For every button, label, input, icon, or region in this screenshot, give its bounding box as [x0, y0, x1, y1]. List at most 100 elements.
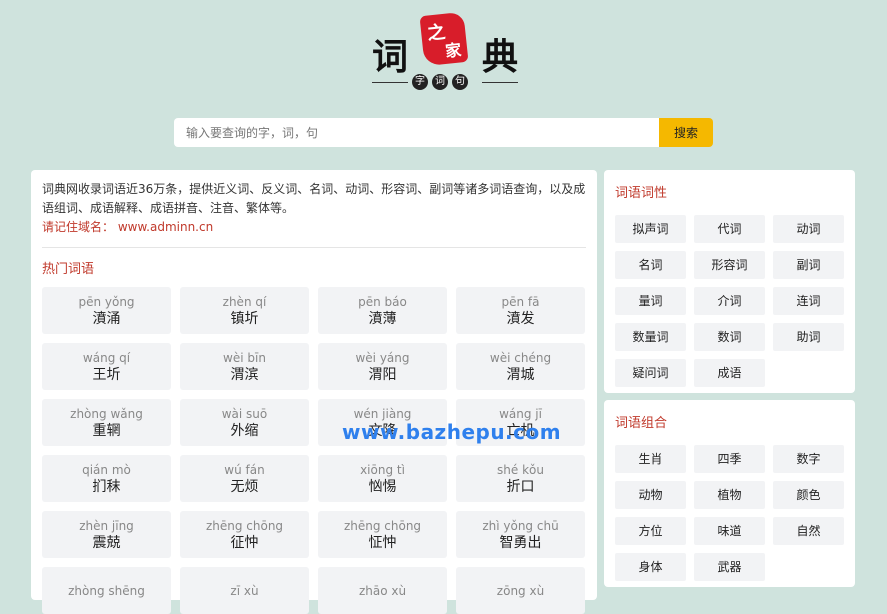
word-group-tag[interactable]: 四季: [694, 445, 765, 473]
word-pinyin: zhì yǒng chū: [482, 518, 559, 533]
word-group-tag[interactable]: 武器: [694, 553, 765, 581]
word-group-title: 词语组合: [615, 416, 668, 431]
word-text: 重辋: [92, 422, 121, 439]
search-bar: 搜索: [174, 118, 713, 147]
word-text: 濆薄: [368, 310, 397, 327]
hot-word-item[interactable]: zhèn jīng 震兢: [42, 511, 171, 558]
word-text: 震兢: [92, 534, 121, 551]
hot-word-item[interactable]: wèi chéng 渭城: [456, 343, 585, 390]
word-text: 镇圻: [230, 310, 259, 327]
hot-words-grid: pēn yǒng 濆涌 zhèn qí 镇圻 pēn báo 濆薄 pēn fā 濆发 wáng…: [42, 287, 586, 614]
hot-word-item[interactable]: wáng qí 王圻: [42, 343, 171, 390]
word-text: 渭城: [506, 366, 535, 383]
word-group-panel: 词语组合 生肖 四季 数字动物 植物 颜色方位 味道 自然身体 武器: [604, 400, 855, 587]
word-class-tag[interactable]: 动词: [773, 215, 844, 243]
domain-note: 请记住域名： www.adminn.cn: [42, 220, 214, 234]
search-input[interactable]: [174, 118, 659, 147]
word-pinyin: zhēng chōng: [343, 518, 422, 533]
hot-word-item[interactable]: pēn fā 濆发: [456, 287, 585, 334]
word-class-tag[interactable]: 形容词: [694, 251, 765, 279]
word-class-tag[interactable]: 量词: [615, 287, 686, 315]
word-class-tag[interactable]: 介词: [694, 287, 765, 315]
hot-word-item[interactable]: zhāo xù: [318, 567, 447, 614]
word-pinyin: wèi bīn: [223, 350, 266, 365]
logo-divider: [482, 82, 518, 83]
hot-word-item[interactable]: pēn yǒng 濆涌: [42, 287, 171, 334]
word-pinyin: wèi yáng: [355, 350, 410, 365]
word-text: 渭阳: [368, 366, 397, 383]
word-pinyin: zhèn jīng: [79, 518, 134, 533]
hot-word-item[interactable]: wài suō 外缩: [180, 399, 309, 446]
word-pinyin: zhāo xù: [358, 583, 407, 598]
word-group-tag[interactable]: 数字: [773, 445, 844, 473]
word-pinyin: xiōng tì: [360, 462, 405, 477]
main-panel: 词典网收录词语近36万条，提供近义词、反义词、名词、动词、形容词、副词等诸多词语…: [31, 170, 597, 614]
hot-word-item[interactable]: zhèn qí 镇圻: [180, 287, 309, 334]
word-group-tag[interactable]: 身体: [615, 553, 686, 581]
word-pinyin: zhēng chōng: [205, 518, 284, 533]
word-text: 无烦: [230, 478, 259, 495]
watermark: www.bazhepu.com: [342, 420, 562, 444]
word-class-tag[interactable]: 数词: [694, 323, 765, 351]
word-text: 濆发: [506, 310, 535, 327]
word-pinyin: zhèn qí: [222, 294, 267, 309]
word-text: 怔忡: [368, 534, 397, 551]
word-pinyin: shé kǒu: [497, 462, 544, 477]
word-text: 濆涌: [92, 310, 121, 327]
hot-word-item[interactable]: zōng xù: [456, 567, 585, 614]
word-group-tag[interactable]: 生肖: [615, 445, 686, 473]
word-text: 忷惕: [368, 478, 397, 495]
hot-word-item[interactable]: zhēng chōng 征忡: [180, 511, 309, 558]
hot-word-item[interactable]: wèi bīn 渭滨: [180, 343, 309, 390]
word-group-tag[interactable]: 颜色: [773, 481, 844, 509]
word-class-tag[interactable]: 连词: [773, 287, 844, 315]
word-class-tag[interactable]: 助词: [773, 323, 844, 351]
hot-word-item[interactable]: zī xù: [180, 567, 309, 614]
hot-word-item[interactable]: zhēng chōng 怔忡: [318, 511, 447, 558]
site-logo[interactable]: 词 之 家 典 字 词 句: [370, 11, 520, 94]
word-class-tag[interactable]: 拟声词: [615, 215, 686, 243]
word-class-tag[interactable]: 数量词: [615, 323, 686, 351]
word-class-grid: 拟声词 代词 动词名词 形容词 副词量词 介词 连词数量词 数词 助词疑问词 成语: [615, 215, 845, 387]
hot-word-item[interactable]: shé kǒu 折口: [456, 455, 585, 502]
word-pinyin: zhòng wǎng: [70, 406, 143, 421]
hot-word-item[interactable]: xiōng tì 忷惕: [318, 455, 447, 502]
word-class-tag[interactable]: 副词: [773, 251, 844, 279]
hot-word-item[interactable]: zhòng wǎng 重辋: [42, 399, 171, 446]
hot-word-item[interactable]: wèi yáng 渭阳: [318, 343, 447, 390]
hot-word-item[interactable]: zhòng shēng: [42, 567, 171, 614]
word-text: 扪秣: [92, 478, 121, 495]
word-text: 外缩: [230, 422, 259, 439]
word-pinyin: zhòng shēng: [68, 583, 145, 598]
site-intro: 词典网收录词语近36万条，提供近义词、反义词、名词、动词、形容词、副词等诸多词语…: [42, 182, 586, 215]
word-group-tag[interactable]: 植物: [694, 481, 765, 509]
hot-word-item[interactable]: qián mò 扪秣: [42, 455, 171, 502]
logo-seal: 之 家: [419, 11, 469, 67]
word-group-tag[interactable]: 动物: [615, 481, 686, 509]
word-pinyin: wèi chéng: [489, 350, 552, 365]
logo-char-ci: 词: [372, 36, 409, 78]
word-group-tag[interactable]: 味道: [694, 517, 765, 545]
hot-words-title: 热门词语: [42, 262, 95, 277]
search-button[interactable]: 搜索: [659, 118, 713, 147]
word-text: 智勇出: [499, 534, 542, 551]
hot-word-item[interactable]: pēn báo 濆薄: [318, 287, 447, 334]
word-text: 折口: [506, 478, 535, 495]
word-text: 征忡: [230, 534, 259, 551]
word-class-tag[interactable]: 代词: [694, 215, 765, 243]
word-pinyin: zī xù: [230, 583, 259, 598]
logo-sub-char: 词: [432, 74, 448, 90]
logo-divider: [372, 82, 408, 83]
hot-word-item[interactable]: zhì yǒng chū 智勇出: [456, 511, 585, 558]
word-group-tag[interactable]: 方位: [615, 517, 686, 545]
word-class-tag[interactable]: 名词: [615, 251, 686, 279]
word-pinyin: wáng qí: [82, 350, 131, 365]
word-class-tag[interactable]: 疑问词: [615, 359, 686, 387]
word-text: 渭滨: [230, 366, 259, 383]
hot-word-item[interactable]: wú fán 无烦: [180, 455, 309, 502]
word-class-tag[interactable]: 成语: [694, 359, 765, 387]
word-pinyin: pēn fā: [501, 294, 540, 309]
word-pinyin: zōng xù: [496, 583, 545, 598]
word-group-tag[interactable]: 自然: [773, 517, 844, 545]
word-pinyin: pēn yǒng: [78, 294, 135, 309]
